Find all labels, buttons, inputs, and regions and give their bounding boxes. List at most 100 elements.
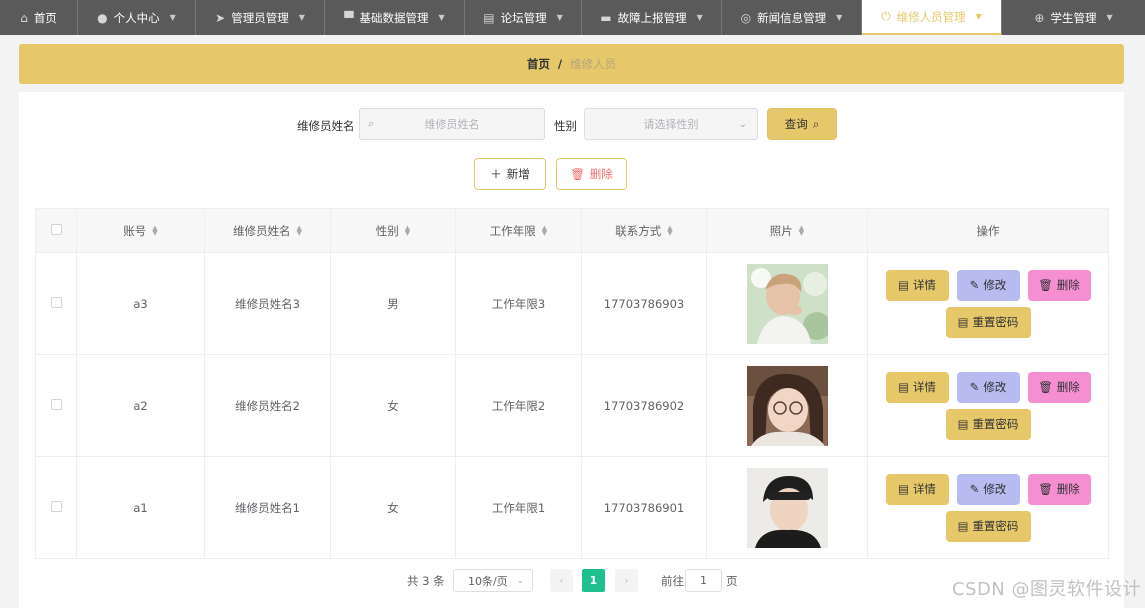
monitor-icon: ▀ (344, 10, 354, 25)
table-row: a2 维修员姓名2 女 工作年限2 17703786902 ▤ 详情 ✎ 修改 … (35, 354, 1109, 457)
detail-label: 详情 (912, 380, 936, 394)
column-header-phone[interactable]: 联系方式 ▲ ▼ (581, 208, 707, 253)
query-button[interactable]: 查询 ⌕ (767, 108, 837, 140)
sort-icon[interactable]: ▲ ▼ (542, 225, 547, 237)
delete-label: 删除 (589, 167, 613, 181)
nav-label: 管理员管理 (231, 10, 289, 25)
cell-gender: 女 (330, 456, 456, 559)
delete-button[interactable]: 🗑 删除 (1027, 473, 1091, 505)
nav-item-basic-data[interactable]: ▀ 基础数据管理 ▼ (325, 0, 465, 35)
gender-search-label: 性别 (554, 119, 577, 133)
chevron-left-icon: ‹ (559, 574, 564, 587)
nav-label: 基础数据管理 (359, 10, 429, 25)
staff-photo[interactable] (746, 467, 828, 548)
top-nav: ⌂ 首页 ● 个人中心 ▼ ➤ 管理员管理 ▼ ▀ 基础数据管理 ▼ ▤ 论坛管… (0, 0, 1145, 35)
column-header-account[interactable]: 账号 ▲ ▼ (76, 208, 205, 253)
row-select-cell (35, 354, 77, 457)
detail-button[interactable]: ▤ 详情 (885, 473, 949, 505)
chevron-down-icon: ▼ (696, 13, 703, 22)
table-header-row: 账号 ▲ ▼ 维修员姓名 ▲ ▼ 性别 ▲ ▼ 工作年限 ▲ ▼ 联系方式 ▲ ▼ 照片 ▲ ▼ 操作 (35, 208, 1109, 253)
pencil-icon: ✎ (969, 380, 980, 394)
chevron-down-icon: ▼ (836, 13, 843, 22)
chevron-down-icon: ⌄ (738, 118, 747, 130)
sort-icon[interactable]: ▲ ▼ (799, 225, 804, 237)
select-all-cell (35, 208, 77, 253)
search-icon: ⌕ (812, 116, 820, 131)
page-size-value: 10条/页 (468, 574, 508, 588)
reset-password-button[interactable]: ▤ 重置密码 (945, 408, 1031, 440)
nav-item-admin[interactable]: ➤ 管理员管理 ▼ (196, 0, 325, 35)
sort-icon[interactable]: ▲ ▼ (297, 225, 302, 237)
next-page-button[interactable]: › (615, 569, 638, 592)
edit-button[interactable]: ✎ 修改 (956, 269, 1020, 301)
add-label: 新增 (506, 167, 530, 181)
breadcrumb-home[interactable]: 首页 (527, 56, 550, 72)
gender-select[interactable]: 请选择性别 ⌄ (584, 108, 758, 140)
prev-page-button[interactable]: ‹ (550, 569, 573, 592)
column-header-label: 照片 (769, 223, 793, 238)
batch-delete-button[interactable]: 🗑 删除 (556, 158, 627, 190)
reset-password-label: 重置密码 (972, 315, 1019, 329)
pencil-icon: ✎ (969, 482, 980, 496)
row-checkbox[interactable] (50, 296, 62, 308)
paper-plane-icon: ➤ (215, 10, 226, 25)
nav-item-home[interactable]: ⌂ 首页 (0, 0, 78, 35)
row-checkbox[interactable] (50, 500, 62, 512)
nav-item-students[interactable]: ⊕ 学生管理 ▼ (1002, 0, 1145, 35)
chevron-down-icon: ▼ (975, 12, 982, 21)
nav-label: 首页 (33, 10, 57, 25)
watermark: CSDN @图灵软件设计 (951, 579, 1141, 600)
reset-password-label: 重置密码 (972, 519, 1019, 533)
sort-icon[interactable]: ▲ ▼ (405, 225, 410, 237)
delete-button[interactable]: 🗑 删除 (1027, 269, 1091, 301)
column-header-photo[interactable]: 照片 ▲ ▼ (706, 208, 868, 253)
nav-item-fault-report[interactable]: ▬ 故障上报管理 ▼ (582, 0, 722, 35)
chevron-right-icon: › (624, 574, 629, 587)
nav-item-forum[interactable]: ▤ 论坛管理 ▼ (465, 0, 582, 35)
page-number-current[interactable]: 1 (582, 569, 605, 592)
sort-icon[interactable]: ▲ ▼ (667, 225, 672, 237)
delete-button[interactable]: 🗑 删除 (1027, 371, 1091, 403)
repair-staff-table: 账号 ▲ ▼ 维修员姓名 ▲ ▼ 性别 ▲ ▼ 工作年限 ▲ ▼ 联系方式 ▲ ▼ 照片 ▲ ▼ 操作 … (35, 208, 1109, 559)
column-header-years[interactable]: 工作年限 ▲ ▼ (455, 208, 582, 253)
nav-item-profile[interactable]: ● 个人中心 ▼ (78, 0, 196, 35)
column-header-name[interactable]: 维修员姓名 ▲ ▼ (204, 208, 331, 253)
edit-label: 修改 (983, 482, 1007, 496)
cell-account: a1 (76, 456, 205, 559)
reset-password-button[interactable]: ▤ 重置密码 (945, 306, 1031, 338)
add-button[interactable]: ＋ 新增 (474, 158, 546, 190)
document-icon: ▤ (898, 278, 909, 292)
main-panel: 维修员姓名 ⌕ 维修员姓名 性别 请选择性别 ⌄ 查询 ⌕ ＋ 新增 🗑 删除 … (19, 92, 1124, 608)
detail-button[interactable]: ▤ 详情 (885, 371, 949, 403)
nav-label: 维修人员管理 (896, 9, 966, 24)
reset-password-button[interactable]: ▤ 重置密码 (945, 510, 1031, 542)
query-label: 查询 (784, 117, 808, 131)
select-all-checkbox[interactable] (50, 223, 62, 235)
cell-gender: 女 (330, 354, 456, 457)
edit-button[interactable]: ✎ 修改 (956, 371, 1020, 403)
nav-item-news[interactable]: ◎ 新闻信息管理 ▼ (722, 0, 862, 35)
delete-label: 删除 (1056, 278, 1080, 292)
goto-page-input[interactable]: 1 (685, 569, 722, 592)
gender-select-placeholder: 请选择性别 (643, 118, 699, 131)
row-checkbox[interactable] (50, 398, 62, 410)
sort-icon[interactable]: ▲ ▼ (152, 225, 157, 237)
cell-phone: 17703786902 (581, 354, 707, 457)
name-search-input[interactable]: ⌕ 维修员姓名 (359, 108, 545, 140)
staff-photo[interactable] (746, 365, 828, 446)
column-header-label: 联系方式 (615, 223, 662, 238)
edit-button[interactable]: ✎ 修改 (956, 473, 1020, 505)
nav-label: 学生管理 (1050, 10, 1097, 25)
column-header-label: 账号 (123, 223, 147, 238)
detail-button[interactable]: ▤ 详情 (885, 269, 949, 301)
column-header-actions: 操作 (867, 208, 1109, 253)
crosshair-icon: ⊕ (1034, 10, 1045, 25)
search-icon: ⌕ (368, 117, 375, 130)
edit-label: 修改 (983, 278, 1007, 292)
nav-item-repair-staff[interactable]: ⏻ 维修人员管理 ▼ (862, 0, 1002, 35)
column-header-gender[interactable]: 性别 ▲ ▼ (330, 208, 456, 253)
nav-label: 个人中心 (113, 10, 160, 25)
page-size-select[interactable]: 10条/页 ⌄ (453, 569, 533, 592)
staff-photo[interactable] (746, 263, 828, 344)
chevron-down-icon: ▼ (438, 13, 445, 22)
